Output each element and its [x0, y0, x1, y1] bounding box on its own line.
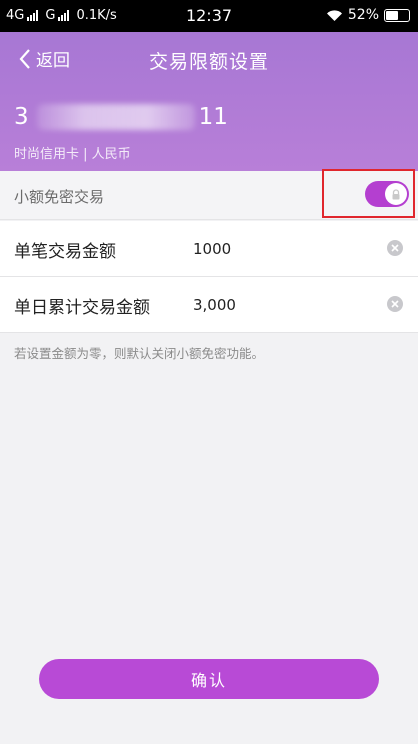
card-number-mask	[36, 104, 195, 130]
single-amount-clear-button[interactable]	[387, 240, 403, 256]
daily-amount-clear-button[interactable]	[387, 296, 403, 312]
daily-amount-input[interactable]	[193, 294, 373, 316]
small-free-label: 小额免密交易	[14, 188, 105, 206]
single-amount-label: 单笔交易金额	[14, 242, 116, 262]
confirm-button[interactable]: 确认	[39, 659, 379, 699]
battery-percent: 52%	[347, 7, 379, 23]
single-amount-row: 单笔交易金额	[0, 221, 418, 277]
daily-amount-row: 单日累计交易金额	[0, 277, 418, 333]
page-title: 交易限额设置	[148, 51, 269, 73]
daily-amount-label: 单日累计交易金额	[14, 298, 150, 318]
clear-icon	[391, 300, 399, 308]
single-amount-input[interactable]	[193, 238, 373, 260]
card-number: 3 11	[14, 104, 228, 130]
hint-text: 若设置金额为零，则默认关闭小额免密功能。	[14, 346, 265, 361]
clear-icon	[391, 244, 399, 252]
card-number-prefix: 3	[14, 104, 29, 130]
card-type-label: 时尚信用卡 | 人民币	[14, 147, 131, 162]
wifi-icon	[326, 9, 342, 21]
status-right: 52%	[326, 7, 410, 23]
card-number-suffix: 11	[198, 104, 228, 130]
header: 返回 交易限额设置 3 11 时尚信用卡 | 人民币	[0, 32, 418, 171]
highlight-annotation	[322, 169, 415, 218]
status-bar: 4G G 0.1K/s 12:37 52%	[0, 0, 418, 32]
battery-icon	[384, 8, 410, 22]
